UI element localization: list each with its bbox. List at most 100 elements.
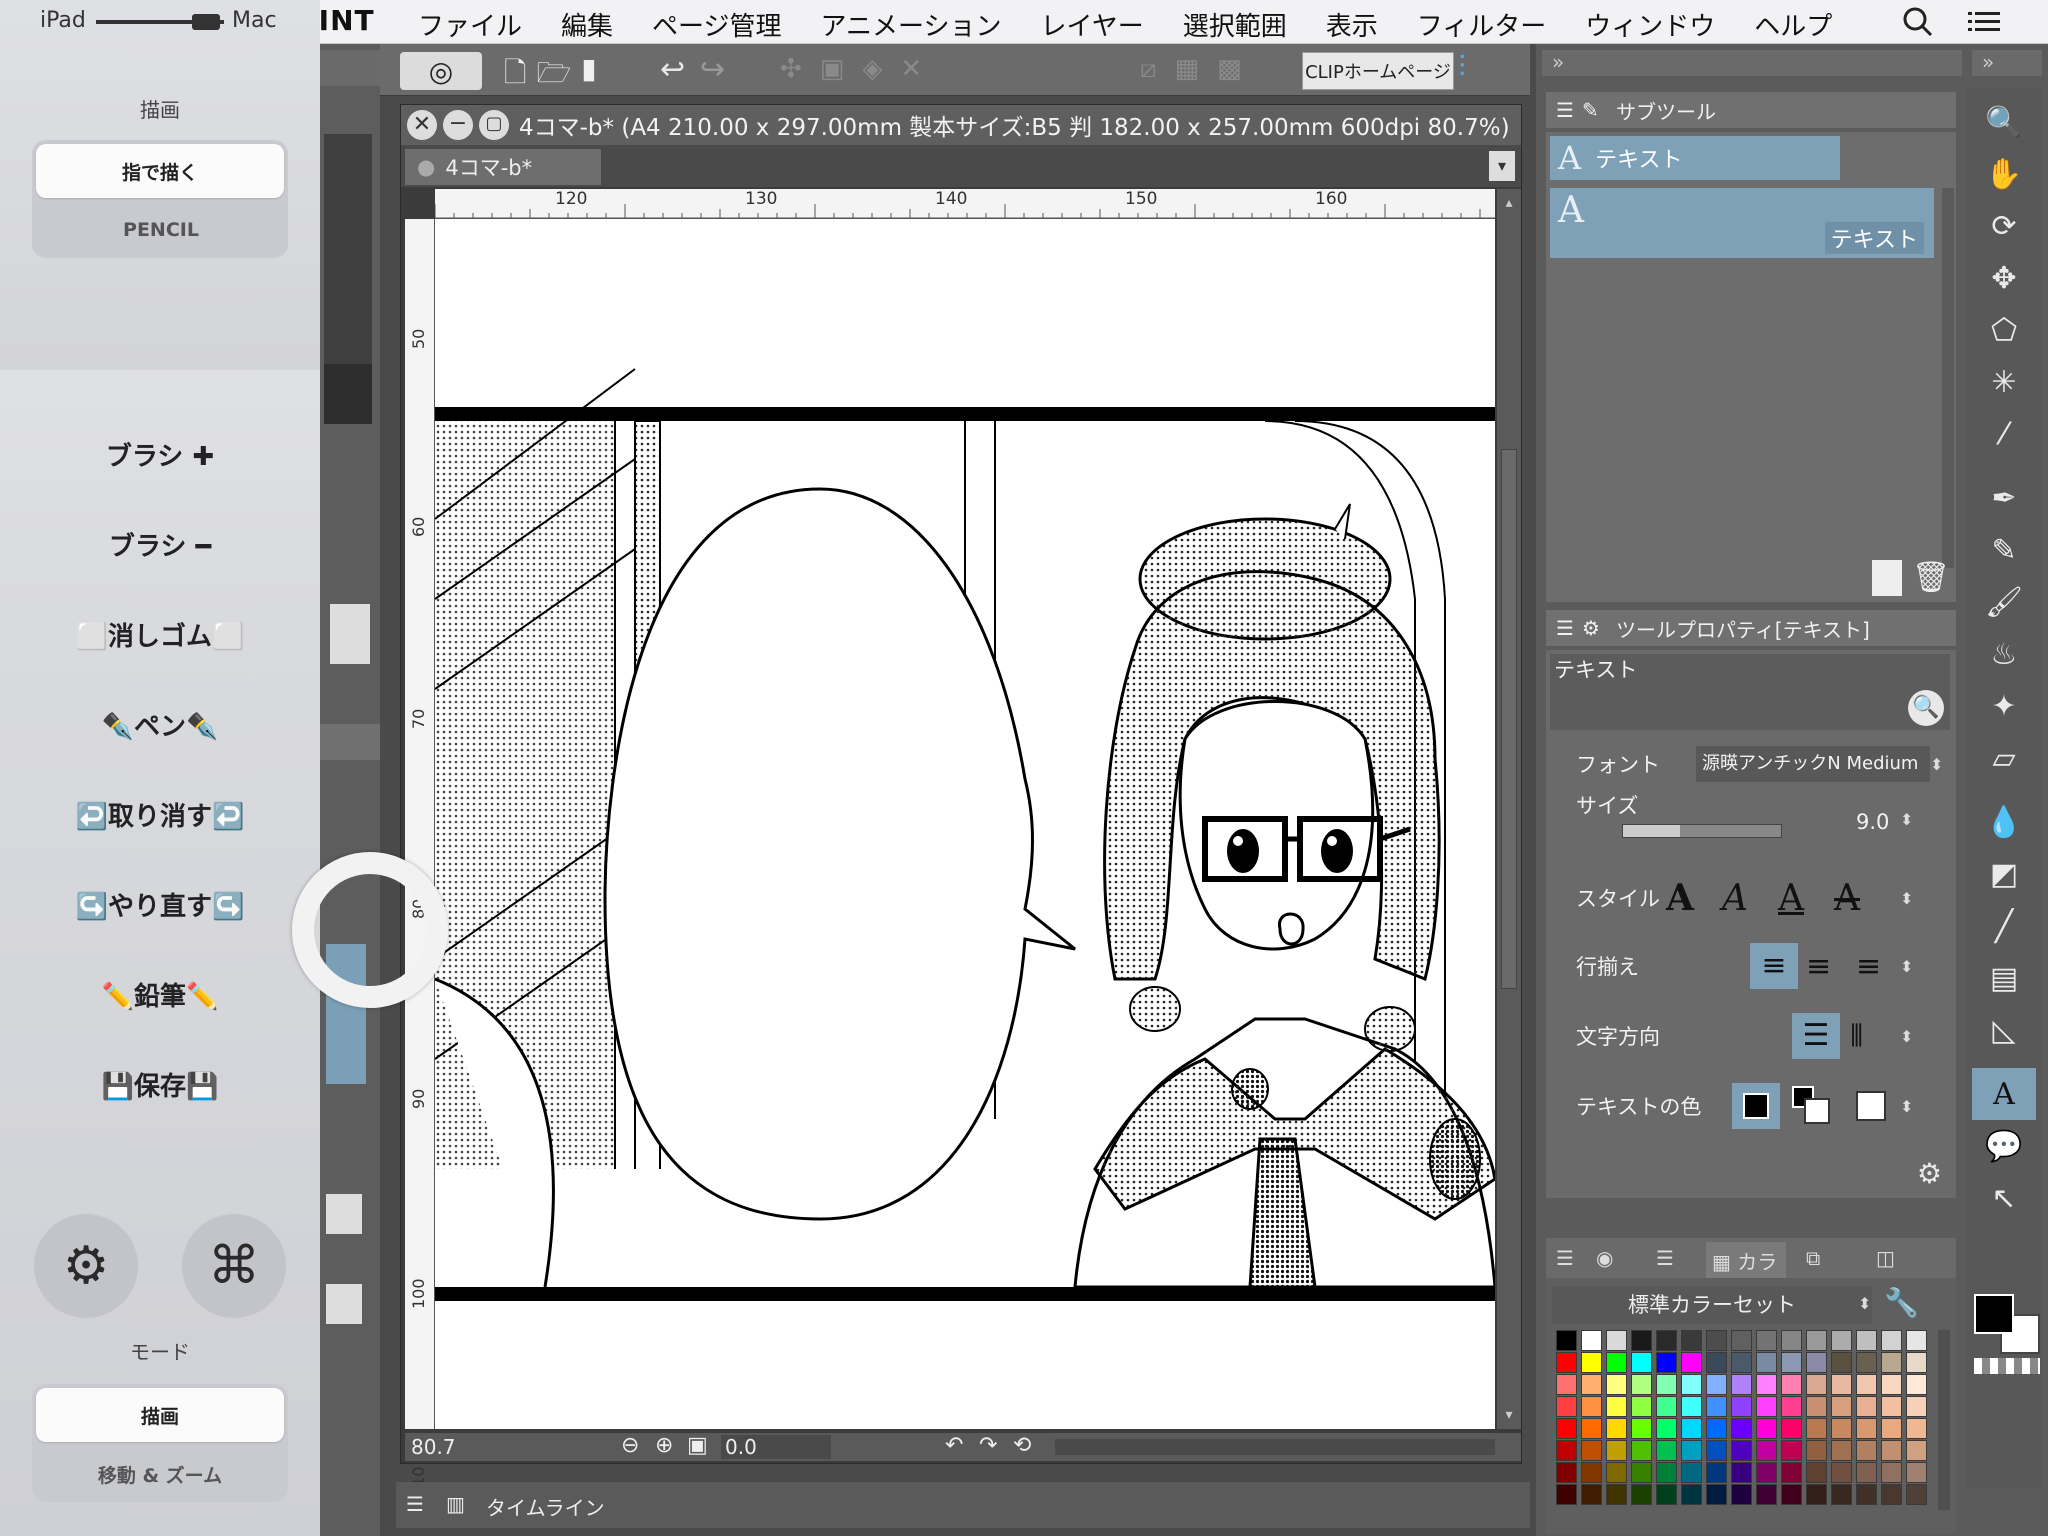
color-swatch[interactable] <box>1906 1396 1927 1417</box>
fit-icon[interactable]: ▣ <box>687 1433 708 1458</box>
palette-scrollbar[interactable] <box>1938 1330 1950 1510</box>
save-button[interactable]: 💾保存💾 <box>0 1054 320 1114</box>
font-select[interactable]: 源暎アンチックN Medium <box>1696 746 1930 782</box>
color-swatch[interactable] <box>1706 1352 1727 1373</box>
color-swatch[interactable] <box>1906 1330 1927 1351</box>
color-swatch[interactable] <box>1556 1396 1577 1417</box>
panel-menu-icon[interactable]: ☰ <box>1556 98 1574 122</box>
clip-home-button[interactable]: CLIPホームページ <box>1302 52 1454 90</box>
align-right-icon[interactable]: ≡ <box>1856 949 1881 984</box>
color-swatch[interactable] <box>1756 1462 1777 1483</box>
color-swatch[interactable] <box>1781 1418 1802 1439</box>
color-swatch[interactable] <box>1681 1352 1702 1373</box>
grid-tools[interactable]: ⧄▦▩ <box>1140 54 1280 88</box>
color-swatch[interactable] <box>1781 1352 1802 1373</box>
align-center-icon[interactable]: ≡ <box>1806 949 1831 984</box>
pen-icon[interactable]: ✒ <box>1972 472 2036 524</box>
rotate-icon[interactable]: ⟳ <box>1972 200 2036 252</box>
color-swatch[interactable] <box>1581 1352 1602 1373</box>
undo-icon[interactable]: ↩ <box>660 52 685 87</box>
color-swatch[interactable] <box>1856 1418 1877 1439</box>
line-correct-icon[interactable]: ↖ <box>1972 1172 2036 1224</box>
pencil-icon[interactable]: ✎ <box>1972 524 2036 576</box>
color-swatch[interactable] <box>1656 1330 1677 1351</box>
spinner-icon[interactable]: ⬍ <box>1900 1097 1913 1116</box>
main-color[interactable] <box>1974 1294 2014 1334</box>
toolstrip-collapse-icon[interactable]: » <box>1972 50 2042 76</box>
color-swatch[interactable] <box>1756 1396 1777 1417</box>
color-swatch[interactable] <box>1606 1418 1627 1439</box>
layer-item[interactable] <box>326 1284 362 1324</box>
clip-logo-button[interactable]: ◎ <box>400 52 482 90</box>
color-swatch[interactable] <box>1831 1374 1852 1395</box>
colorset-settings-icon[interactable]: 🔧 <box>1884 1286 1919 1319</box>
connection-slider[interactable] <box>96 14 224 30</box>
pencil-button[interactable]: ✏️鉛筆✏️ <box>0 964 320 1024</box>
panel-menu-icon[interactable]: ☰ <box>406 1492 424 1516</box>
frame-icon[interactable]: ▤ <box>1972 952 2036 1004</box>
move-icon[interactable]: ✥ <box>1972 252 2036 304</box>
color-swatch[interactable] <box>1906 1462 1927 1483</box>
colorset-tab[interactable]: ▦ カラ <box>1706 1242 1786 1278</box>
color-swatch[interactable] <box>1831 1418 1852 1439</box>
color-swatch[interactable] <box>1881 1440 1902 1461</box>
color-swatch[interactable] <box>1606 1440 1627 1461</box>
color-swatch[interactable] <box>1706 1418 1727 1439</box>
pencil-option[interactable]: PENCIL <box>32 206 288 254</box>
strike-style-icon[interactable]: A <box>1834 878 1860 919</box>
color-swatch[interactable] <box>1681 1396 1702 1417</box>
color-swatch[interactable] <box>1781 1462 1802 1483</box>
color-swatch[interactable] <box>1781 1374 1802 1395</box>
color-swatch[interactable] <box>1706 1484 1727 1505</box>
color-swatch[interactable] <box>1606 1374 1627 1395</box>
color-swatch[interactable] <box>1806 1352 1827 1373</box>
color-swatch[interactable] <box>1656 1418 1677 1439</box>
approx-color-tab-icon[interactable]: ◫ <box>1876 1246 1895 1270</box>
color-swatch[interactable] <box>1906 1440 1927 1461</box>
color-swatch[interactable] <box>1806 1396 1827 1417</box>
color-swatch[interactable] <box>1731 1352 1752 1373</box>
color-swatch[interactable] <box>1806 1440 1827 1461</box>
close-window-icon[interactable]: ✕ <box>407 110 437 140</box>
finger-draw-option[interactable]: 指で描く <box>36 144 284 198</box>
color-swatch[interactable] <box>1856 1440 1877 1461</box>
color-swatch[interactable] <box>1756 1440 1777 1461</box>
color-swatch[interactable] <box>1631 1396 1652 1417</box>
color-swatch[interactable] <box>1831 1440 1852 1461</box>
color-swatch[interactable] <box>1881 1330 1902 1351</box>
user-color-chip[interactable] <box>1856 1091 1886 1121</box>
italic-style-icon[interactable]: A <box>1722 878 1748 919</box>
color-swatch[interactable] <box>1881 1352 1902 1373</box>
color-swatch[interactable] <box>1631 1484 1652 1505</box>
open-file-icon[interactable]: 🗁 <box>537 52 572 90</box>
list-menu-icon[interactable] <box>1966 6 2002 38</box>
figure-icon[interactable]: ╱ <box>1972 900 2036 952</box>
horizontal-scrollbar[interactable] <box>1055 1439 1495 1455</box>
eraser-icon[interactable]: ▱ <box>1972 732 2036 784</box>
new-file-icon[interactable]: 🗋 <box>504 52 527 90</box>
color-swatch[interactable] <box>1656 1374 1677 1395</box>
color-swatch[interactable] <box>1681 1418 1702 1439</box>
color-wheel-tab-icon[interactable]: ◉ <box>1596 1246 1613 1270</box>
command-key-icon[interactable]: ⌘ <box>182 1214 286 1318</box>
horizontal-text-icon[interactable]: ☰ <box>1792 1013 1840 1059</box>
timeline-panel-header[interactable]: ☰ ▥ タイムライン <box>396 1482 1530 1528</box>
color-swatch[interactable] <box>1581 1440 1602 1461</box>
color-swatch[interactable] <box>1731 1418 1752 1439</box>
document-tab[interactable]: ● 4コマ-b* <box>405 149 601 185</box>
search-icon[interactable] <box>1900 6 1936 38</box>
ruler-icon[interactable]: ◺ <box>1972 1004 2036 1056</box>
scroll-down-icon[interactable]: ▾ <box>1501 1407 1517 1423</box>
color-swatch[interactable] <box>1631 1418 1652 1439</box>
color-swatch[interactable] <box>1581 1484 1602 1505</box>
menu-help[interactable]: ヘルプ <box>1754 6 1832 43</box>
connection-slider-thumb[interactable] <box>192 14 220 30</box>
color-swatch[interactable] <box>1856 1352 1877 1373</box>
rotate-right-icon[interactable]: ↷ <box>979 1433 997 1458</box>
color-swatch[interactable] <box>1781 1330 1802 1351</box>
color-swatch[interactable] <box>1706 1396 1727 1417</box>
color-swatch[interactable] <box>1681 1374 1702 1395</box>
color-swatch[interactable] <box>1831 1396 1852 1417</box>
color-swatch[interactable] <box>1706 1330 1727 1351</box>
color-swatch[interactable] <box>1806 1330 1827 1351</box>
